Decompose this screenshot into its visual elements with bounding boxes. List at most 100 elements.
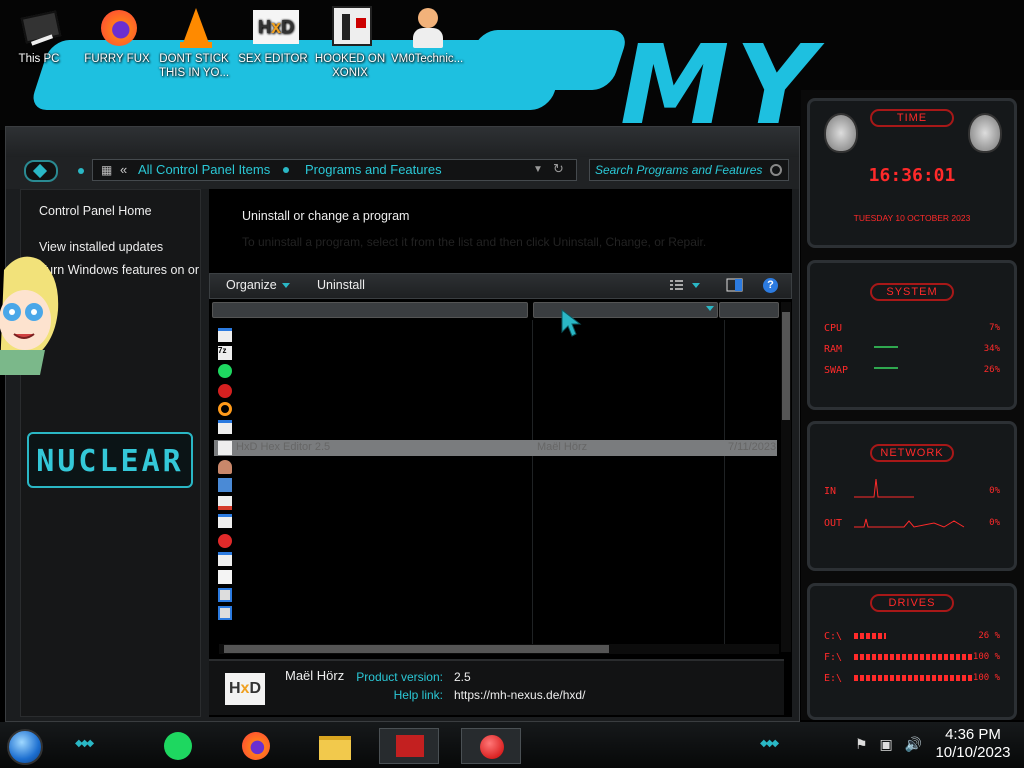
search-input[interactable] bbox=[595, 162, 765, 178]
desktop-icon-label: SEX EDITOR bbox=[238, 53, 308, 65]
java-icon[interactable] bbox=[218, 496, 232, 510]
window-icon[interactable] bbox=[218, 514, 232, 528]
desktop-icon-label: DONT STICK THIS IN YO... bbox=[158, 53, 230, 79]
program-publisher: Maël Hörz bbox=[537, 441, 588, 453]
search-icon[interactable] bbox=[770, 164, 782, 176]
taskbar-file-explorer[interactable] bbox=[305, 728, 365, 764]
view-options-button[interactable] bbox=[668, 277, 700, 293]
desktop-icon-hxd[interactable]: HxD SEX EDITOR bbox=[237, 6, 309, 66]
desktop-icon-this-pc[interactable]: This PC bbox=[3, 6, 75, 66]
gadgets-panel: TIME 16:36:01 TUESDAY 10 OCTOBER 2023 SY… bbox=[801, 90, 1024, 720]
windows-features-link[interactable]: Turn Windows features on or off bbox=[39, 263, 199, 277]
control-panel-home-link[interactable]: Control Panel Home bbox=[39, 204, 152, 218]
gadget-title: NETWORK bbox=[870, 444, 954, 462]
window-icon[interactable] bbox=[218, 420, 232, 434]
breadcrumb-programs-and-features[interactable]: Programs and Features bbox=[305, 160, 442, 180]
system-gadget[interactable]: SYSTEM CPU 7% RAM 34% SWAP 26% bbox=[807, 260, 1017, 410]
red-button-icon bbox=[480, 735, 504, 759]
taskbar-firefox[interactable] bbox=[228, 728, 288, 764]
ram-graph bbox=[874, 346, 898, 348]
uninstall-button[interactable]: Uninstall bbox=[317, 278, 365, 292]
vertical-scrollbar[interactable] bbox=[781, 302, 791, 652]
column-header-name[interactable] bbox=[212, 302, 528, 318]
firefox-icon bbox=[95, 6, 139, 50]
document-icon[interactable] bbox=[218, 570, 232, 584]
network-icon[interactable]: ▣ bbox=[879, 736, 892, 752]
horizontal-scrollbar[interactable] bbox=[219, 644, 779, 654]
scrollbar-thumb[interactable] bbox=[224, 645, 609, 653]
volume-icon[interactable]: 🔊 bbox=[905, 736, 922, 752]
drive-e-bar bbox=[854, 675, 974, 681]
time-gadget[interactable]: TIME 16:36:01 TUESDAY 10 OCTOBER 2023 bbox=[807, 98, 1017, 248]
gadget-title: SYSTEM bbox=[870, 283, 954, 301]
desktop-icon-vm0technic[interactable]: VM0Technic... bbox=[391, 6, 463, 66]
net-in-label: IN bbox=[824, 486, 837, 497]
window-icon[interactable] bbox=[218, 328, 232, 342]
computer-icon bbox=[17, 6, 62, 50]
search-box[interactable] bbox=[589, 159, 789, 181]
scrollbar-thumb[interactable] bbox=[782, 312, 790, 420]
person-icon[interactable] bbox=[218, 460, 232, 474]
hxd-icon: HxD bbox=[251, 6, 299, 50]
mouse-cursor bbox=[561, 308, 582, 337]
chevron-down-icon bbox=[706, 306, 714, 311]
installer-icon[interactable] bbox=[218, 588, 232, 602]
taskbar-decoration: ◆◆◆ bbox=[760, 738, 779, 749]
network-icon[interactable] bbox=[218, 478, 232, 492]
refresh-icon[interactable]: ↻ bbox=[553, 159, 564, 179]
taskbar-red-button-app[interactable] bbox=[461, 728, 521, 764]
program-installed-on: 7/11/2023 bbox=[728, 441, 777, 453]
control-panel-icon: ▦ bbox=[101, 163, 113, 177]
window-titlebar[interactable] bbox=[6, 127, 799, 158]
product-version-label: Product version: bbox=[356, 670, 443, 684]
taskbar-clock[interactable]: 4:36 PM 10/10/2023 bbox=[925, 726, 1021, 762]
search-magnifier-icon[interactable] bbox=[218, 402, 232, 416]
forward-button[interactable] bbox=[78, 168, 84, 174]
organize-button[interactable]: Organize bbox=[226, 278, 290, 292]
hxd-logo-icon: HxD bbox=[225, 673, 265, 705]
red-app-icon[interactable] bbox=[218, 534, 232, 548]
network-gadget[interactable]: NETWORK IN 0% OUT 0% bbox=[807, 421, 1017, 571]
spotify-icon[interactable] bbox=[218, 364, 232, 378]
chevron-left-icon[interactable]: « bbox=[120, 160, 127, 180]
breadcrumb-all-control-panel-items[interactable]: All Control Panel Items bbox=[138, 160, 270, 180]
swap-label: SWAP bbox=[824, 365, 849, 376]
command-bar: Organize Uninstall ? bbox=[209, 273, 792, 299]
help-button[interactable]: ? bbox=[763, 278, 778, 293]
desktop-icon-vlc[interactable]: DONT STICK THIS IN YO... bbox=[158, 6, 230, 80]
window-icon[interactable] bbox=[218, 552, 232, 566]
desktop-icon-xonix[interactable]: HOOKED ON XONIX bbox=[314, 6, 386, 80]
ram-label: RAM bbox=[824, 344, 843, 355]
back-button[interactable] bbox=[24, 160, 58, 182]
column-header-installed-on[interactable] bbox=[719, 302, 779, 318]
taskbar-spotify[interactable] bbox=[150, 728, 210, 764]
address-bar[interactable]: ▦ « All Control Panel Items Programs and… bbox=[92, 159, 577, 181]
devcpp-icon[interactable] bbox=[218, 384, 232, 398]
drives-gadget[interactable]: DRIVES C:\ 26 % F:\ 100 % E:\ 100 % bbox=[807, 583, 1017, 720]
desktop-icon-firefox[interactable]: FURRY FUX bbox=[81, 6, 153, 66]
7zip-icon[interactable]: 7z bbox=[218, 346, 232, 360]
help-link-value[interactable]: https://mh-nexus.de/hxd/ bbox=[454, 688, 585, 702]
xonix-icon bbox=[328, 6, 372, 50]
ram-value: 34% bbox=[983, 344, 1000, 354]
drive-c-bar bbox=[854, 633, 886, 639]
page-subtitle: To uninstall a program, select it from t… bbox=[242, 235, 707, 249]
flag-icon[interactable]: ⚑ bbox=[855, 736, 868, 752]
desktop-icon-label: This PC bbox=[18, 53, 60, 65]
clock-time: 4:36 PM bbox=[945, 726, 1001, 743]
organize-label: Organize bbox=[226, 278, 277, 292]
preview-pane-icon bbox=[726, 278, 743, 292]
file-explorer-icon bbox=[319, 736, 351, 760]
hxd-icon bbox=[218, 441, 232, 455]
table-row-selected[interactable]: HxD Hex Editor 2.5 Maël Hörz 7/11/2023 bbox=[214, 440, 777, 456]
start-button[interactable] bbox=[7, 729, 43, 765]
clock-date: 10/10/2023 bbox=[935, 744, 1011, 761]
drive-e-value: 100 % bbox=[972, 673, 1000, 683]
taskbar-hxd[interactable] bbox=[379, 728, 439, 764]
chevron-down-icon[interactable]: ▼ bbox=[533, 160, 543, 180]
drive-c-value: 26 % bbox=[978, 631, 1000, 641]
installer-icon[interactable] bbox=[218, 606, 232, 620]
network-graph bbox=[854, 478, 965, 528]
preview-pane-button[interactable] bbox=[726, 277, 744, 293]
swap-graph bbox=[874, 367, 898, 369]
